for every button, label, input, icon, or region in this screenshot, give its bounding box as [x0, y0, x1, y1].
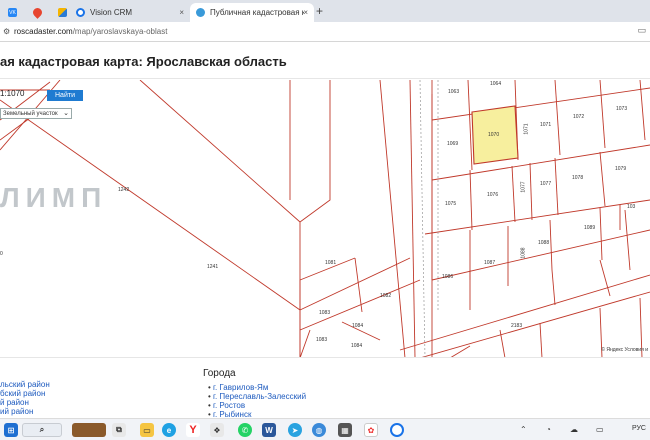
- parcel-label[interactable]: 1083: [316, 337, 327, 343]
- district-link[interactable]: ий район: [0, 407, 50, 416]
- tab-label: Публичная кадастровая карта: [210, 8, 304, 17]
- map-pin-icon: [31, 6, 44, 19]
- tab-vk[interactable]: VK: [2, 3, 18, 22]
- divider: [0, 78, 650, 79]
- cities-list: г. Гаврилов-Ям г. Переславль-Залесский г…: [208, 383, 306, 419]
- city-link[interactable]: г. Ростов: [208, 401, 306, 410]
- scale-value[interactable]: 1:1070: [0, 89, 24, 98]
- parcel-label[interactable]: 1241: [207, 264, 218, 270]
- parcel-labels: 1063 1064 1073 1070 1071 1071 1072 1069 …: [0, 80, 650, 357]
- cast-icon[interactable]: ▭: [637, 25, 646, 36]
- parcel-label[interactable]: 1082: [380, 293, 391, 299]
- url-text[interactable]: roscadaster.com/map/yaroslavskaya-oblast: [14, 27, 167, 36]
- layer-select[interactable]: Земельный участок ⌄: [0, 108, 72, 119]
- parcel-label[interactable]: 1087: [484, 260, 495, 266]
- parcel-label[interactable]: 1072: [573, 114, 584, 120]
- districts-list: льский район бский район й район ий райо…: [0, 380, 50, 416]
- chrome-icon[interactable]: [390, 423, 404, 437]
- parcel-label[interactable]: 1079: [615, 166, 626, 172]
- parcel-label[interactable]: 1075: [445, 201, 456, 207]
- calculator-icon[interactable]: ▦: [338, 423, 352, 437]
- paint-icon[interactable]: ✿: [364, 423, 378, 437]
- whatsapp-icon[interactable]: ✆: [238, 423, 252, 437]
- close-icon[interactable]: ×: [179, 8, 184, 17]
- language-indicator[interactable]: РУС: [632, 425, 646, 432]
- telegram-icon[interactable]: ➤: [288, 423, 302, 437]
- tab-maps[interactable]: [27, 3, 44, 22]
- district-link[interactable]: бский район: [0, 389, 50, 398]
- vk-icon: VK: [8, 8, 17, 17]
- parcel-label[interactable]: 1084: [352, 323, 363, 329]
- watermark-text: ЛИМП: [0, 182, 108, 213]
- parcel-label[interactable]: 1071: [540, 122, 551, 128]
- parcel-label[interactable]: 1083: [319, 310, 330, 316]
- tab-app[interactable]: [52, 3, 68, 22]
- city-link[interactable]: г. Гаврилов-Ям: [208, 383, 306, 392]
- district-link[interactable]: льский район: [0, 380, 50, 389]
- new-tab-button[interactable]: +: [316, 4, 323, 18]
- edge-icon[interactable]: e: [162, 423, 176, 437]
- tab-vision-crm[interactable]: Vision CRM ×: [70, 3, 190, 22]
- search-icon[interactable]: ⌕: [22, 423, 62, 437]
- word-icon[interactable]: W: [262, 423, 276, 437]
- crm-icon: [76, 8, 85, 17]
- app-icon: [58, 8, 67, 17]
- taskbar: ⊞ ⌕ ⧉ ▭ e Y ❖ ✆ W ➤ ◍ ▦ ✿ ⌃ ◔ ☁ ▭ РУС: [0, 418, 650, 440]
- cadastral-map[interactable]: 1063 1064 1073 1070 1071 1071 1072 1069 …: [0, 80, 650, 358]
- close-icon[interactable]: ×: [303, 8, 308, 17]
- site-info-icon[interactable]: ⚙: [3, 27, 10, 36]
- parcel-label[interactable]: 103: [627, 204, 635, 210]
- parcel-label[interactable]: 1088: [538, 240, 549, 246]
- globe-icon: [196, 8, 205, 17]
- parcel-label[interactable]: 1081: [325, 260, 336, 266]
- url-host: roscadaster.com: [14, 27, 73, 36]
- parcel-label[interactable]: 2183: [511, 323, 522, 329]
- parcel-label[interactable]: 1063: [448, 89, 459, 95]
- district-link[interactable]: й район: [0, 398, 50, 407]
- cloud-icon[interactable]: ☁: [570, 425, 578, 434]
- tray-chevron-icon[interactable]: ⌃: [520, 425, 527, 434]
- city-link[interactable]: г. Переславль-Залесский: [208, 392, 306, 401]
- parcel-label[interactable]: 1077: [540, 181, 551, 187]
- battery-icon[interactable]: ▭: [596, 425, 604, 434]
- task-view-icon[interactable]: ⧉: [112, 423, 126, 437]
- parcel-label[interactable]: 1242: [118, 187, 129, 193]
- parcel-label[interactable]: 1071: [524, 123, 530, 134]
- map-copyright[interactable]: © Яндекс Условия и: [601, 347, 648, 353]
- parcel-label[interactable]: 0: [0, 251, 3, 257]
- cities-heading: Города: [203, 368, 236, 379]
- url-path: /map/yaroslavskaya-oblast: [72, 27, 168, 36]
- chevron-down-icon: ⌄: [63, 110, 69, 117]
- app-icon[interactable]: ❖: [210, 423, 224, 437]
- parcel-label[interactable]: 1069: [447, 141, 458, 147]
- globe-icon[interactable]: ◍: [312, 423, 326, 437]
- parcel-label[interactable]: 1073: [616, 106, 627, 112]
- parcel-label[interactable]: 1070: [488, 132, 499, 138]
- bird-widget-icon[interactable]: [72, 423, 106, 437]
- address-bar[interactable]: ⚙ roscadaster.com/map/yaroslavskaya-obla…: [0, 22, 650, 42]
- parcel-label[interactable]: 1076: [487, 192, 498, 198]
- yandex-icon[interactable]: Y: [186, 423, 200, 437]
- find-button[interactable]: Найти: [47, 90, 83, 101]
- parcel-label[interactable]: 1064: [490, 81, 501, 87]
- browser-tab-strip: VK Vision CRM × Публичная кадастровая ка…: [0, 0, 650, 22]
- parcel-label[interactable]: 1088: [521, 247, 527, 258]
- page-title: ая кадастровая карта: Ярославская област…: [0, 54, 287, 69]
- parcel-label[interactable]: 1077: [521, 181, 527, 192]
- tab-cadastral-map[interactable]: Публичная кадастровая карта ×: [190, 3, 314, 22]
- layer-select-value: Земельный участок: [3, 110, 58, 117]
- file-explorer-icon[interactable]: ▭: [140, 423, 154, 437]
- parcel-label[interactable]: 1084: [351, 343, 362, 349]
- tab-label: Vision CRM: [90, 8, 133, 17]
- start-icon[interactable]: ⊞: [4, 423, 18, 437]
- parcel-label[interactable]: 1078: [572, 175, 583, 181]
- parcel-label[interactable]: 1086: [442, 274, 453, 280]
- parcel-label[interactable]: 1089: [584, 225, 595, 231]
- wifi-icon[interactable]: ◔: [546, 425, 551, 434]
